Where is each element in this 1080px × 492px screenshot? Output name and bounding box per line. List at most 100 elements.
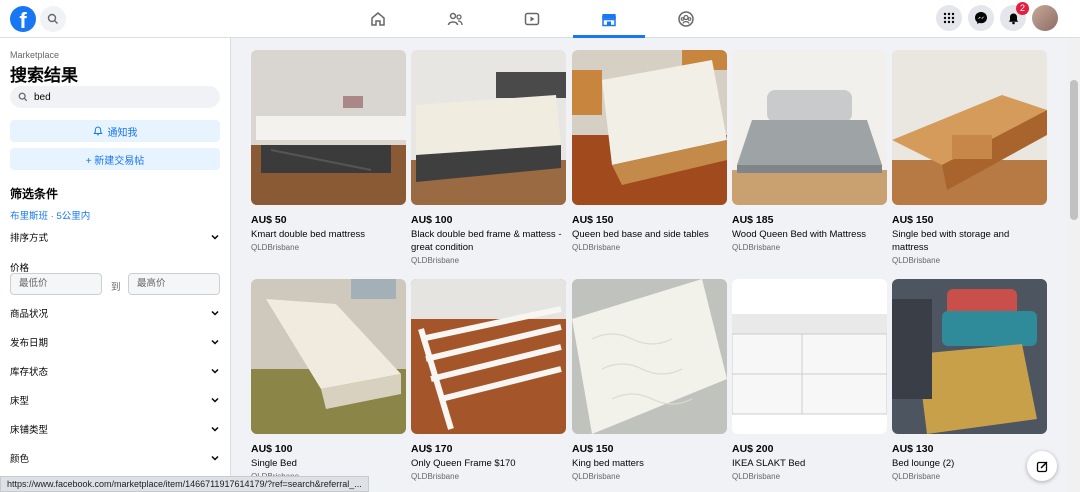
page-title: 搜索结果	[10, 66, 78, 85]
listing-photo	[892, 279, 1047, 434]
listing-title: Wood Queen Bed with Mattress	[732, 229, 866, 240]
tab-groups[interactable]	[648, 0, 724, 38]
listing-price: AU$ 170	[411, 443, 453, 455]
filter-bed-type-dropdown[interactable]: 床铺类型	[10, 422, 220, 436]
profile-avatar[interactable]	[1032, 5, 1058, 31]
listing-location: QLDBrisbane	[411, 472, 460, 481]
account-controls: 2	[936, 2, 1058, 31]
listing-title: Single Bed	[251, 458, 297, 469]
chevron-down-icon	[211, 397, 219, 403]
filter-label: 床铺类型	[10, 425, 49, 436]
listing-location: QLDBrisbane	[892, 472, 941, 481]
watch-icon	[524, 12, 540, 26]
listing-photo	[572, 279, 727, 434]
notification-badge: 2	[1016, 2, 1029, 15]
messenger-icon	[975, 12, 987, 24]
listing-price: AU$ 100	[411, 214, 453, 226]
sort-by-dropdown[interactable]: 排序方式	[10, 230, 220, 244]
scroll-thumb[interactable]	[1070, 80, 1078, 220]
create-listing-label: + 新建交易帖	[85, 155, 145, 167]
listing-price: AU$ 50	[251, 214, 287, 226]
price-range-separator: 到	[111, 282, 121, 293]
listing-title: Kmart double bed mattress	[251, 229, 366, 240]
listing-location: QLDBrisbane	[892, 256, 941, 265]
filter-label: 发布日期	[10, 338, 49, 349]
filter-availability-dropdown[interactable]: 库存状态	[10, 364, 220, 378]
listing-price: AU$ 100	[251, 443, 293, 455]
sort-by-label: 排序方式	[10, 233, 49, 244]
tab-home[interactable]	[340, 0, 416, 38]
compose-button[interactable]	[1027, 451, 1057, 481]
filter-bed-size-dropdown[interactable]: 床型	[10, 393, 220, 407]
listing-price: AU$ 150	[572, 443, 614, 455]
notify-me-button[interactable]: 通知我	[10, 120, 220, 142]
price-label: 价格	[10, 263, 30, 274]
listing-title: IKEA SLAKT Bed	[732, 458, 806, 469]
groups-icon	[678, 11, 694, 27]
notify-me-label: 通知我	[107, 127, 138, 139]
page-scrollbar[interactable]	[1068, 38, 1080, 492]
listing-photo	[251, 50, 406, 205]
menu-button[interactable]	[936, 5, 962, 31]
filter-label: 床型	[10, 396, 30, 407]
listing-title: King bed matters	[572, 458, 644, 469]
chevron-down-icon	[211, 368, 219, 374]
listing-price: AU$ 150	[892, 214, 934, 226]
search-input[interactable]: bed	[10, 86, 220, 108]
listing-title: Black double bed frame & mattess - great…	[411, 229, 562, 253]
listing-photo	[411, 50, 566, 205]
filter-label: 库存状态	[10, 367, 49, 378]
search-icon	[47, 13, 58, 24]
listing-location: QLDBrisbane	[251, 243, 300, 252]
grid-menu-icon	[943, 12, 955, 24]
listing-location: QLDBrisbane	[572, 472, 621, 481]
location-filter[interactable]: 布里斯班 · 5公里内	[10, 208, 90, 222]
section-label[interactable]: Marketplace	[10, 50, 59, 60]
messenger-button[interactable]	[968, 5, 994, 31]
browser-status-url: https://www.facebook.com/marketplace/ite…	[0, 476, 369, 492]
chevron-down-icon	[211, 234, 219, 240]
filter-label: 商品状况	[10, 309, 49, 320]
search-button[interactable]	[40, 6, 66, 32]
search-query: bed	[34, 91, 51, 103]
listing-title: Queen bed base and side tables	[572, 229, 709, 240]
listing-title: Bed lounge (2)	[892, 458, 955, 469]
listing-photo	[251, 279, 406, 434]
compose-icon	[1036, 460, 1048, 472]
chevron-down-icon	[211, 339, 219, 345]
tab-watch[interactable]	[494, 0, 570, 38]
filter-condition-dropdown[interactable]: 商品状况	[10, 306, 220, 320]
create-listing-button[interactable]: + 新建交易帖	[10, 148, 220, 170]
listing-photo	[572, 50, 727, 205]
notifications-button[interactable]: 2	[1000, 2, 1029, 31]
tab-friends[interactable]	[417, 0, 493, 38]
tab-marketplace[interactable]	[571, 0, 647, 38]
search-icon	[18, 92, 28, 102]
chevron-down-icon	[211, 455, 219, 461]
listing-title: Only Queen Frame $170	[411, 458, 516, 469]
listing-photo	[732, 279, 887, 434]
listing-photo	[892, 50, 1047, 205]
listing-price: AU$ 150	[572, 214, 614, 226]
listing-title: Single bed with storage and mattress	[892, 229, 1010, 253]
filter-label: 颜色	[10, 454, 30, 465]
top-navigation-bar: f 2	[0, 0, 1080, 38]
min-price-input[interactable]: 最低价	[10, 273, 102, 295]
listing-photo	[732, 50, 887, 205]
listing-location: QLDBrisbane	[572, 243, 621, 252]
home-icon	[371, 12, 385, 26]
listing-location: QLDBrisbane	[732, 472, 781, 481]
max-price-input[interactable]: 最高价	[128, 273, 220, 295]
bell-icon	[92, 126, 103, 136]
listing-price: AU$ 130	[892, 443, 934, 455]
main-nav-tabs	[340, 0, 724, 38]
listing-price: AU$ 200	[732, 443, 774, 455]
friends-icon	[447, 12, 463, 26]
filters-heading: 筛选条件	[10, 187, 59, 201]
facebook-logo[interactable]: f	[10, 6, 36, 32]
marketplace-icon	[602, 14, 616, 27]
listing-location: QLDBrisbane	[732, 243, 781, 252]
filter-colour-dropdown[interactable]: 颜色	[10, 451, 220, 465]
filter-date-listed-dropdown[interactable]: 发布日期	[10, 335, 220, 349]
chevron-down-icon	[211, 310, 219, 316]
